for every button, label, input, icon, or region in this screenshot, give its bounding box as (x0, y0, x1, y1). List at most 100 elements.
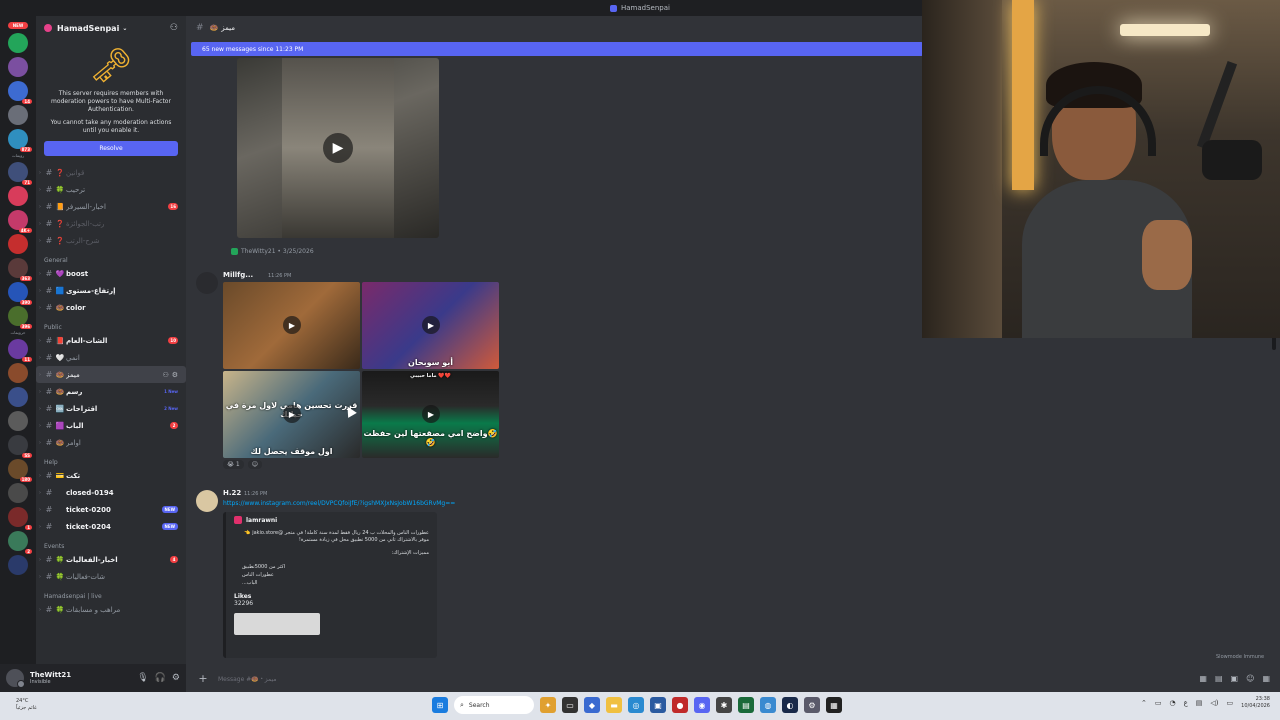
gift-icon[interactable]: ▦ (1199, 674, 1207, 683)
channel-item[interactable]: › # 🍀 اخبار-الفعاليات 4 (36, 551, 186, 568)
battery-icon[interactable]: ▭ (1227, 699, 1234, 707)
server-icon[interactable] (8, 105, 28, 125)
widgets-icon[interactable]: ✦ (540, 697, 556, 713)
avatar[interactable] (196, 490, 218, 512)
app-icon[interactable]: ✱ (716, 697, 732, 713)
category-events[interactable]: Events (36, 535, 186, 551)
language-icon[interactable]: ع (1184, 699, 1188, 707)
server-icon[interactable] (8, 33, 28, 53)
message-input[interactable]: Message #🍩・ميمز (218, 674, 277, 683)
server-icon[interactable]: SS (8, 435, 32, 458)
store-icon[interactable]: ▣ (650, 697, 666, 713)
weather-widget[interactable]: 24°C غائم جزئياً (16, 698, 37, 712)
server-icon[interactable] (8, 363, 28, 383)
message-link[interactable]: https://www.instagram.com/reel/DVPCQfoiJ… (223, 500, 455, 507)
discord-icon[interactable]: ◉ (694, 697, 710, 713)
server-icon[interactable] (8, 57, 28, 77)
app-icon[interactable]: ▦ (826, 697, 842, 713)
channel-item[interactable]: › # 🍀 مراهب و مسابقات (36, 601, 186, 618)
channel-item[interactable]: › # 📕 الشات-العام 10 (36, 332, 186, 349)
windows-start-icon[interactable]: ⊞ (432, 697, 448, 713)
channel-item[interactable]: › # 🍀 شات-فعاليات (36, 568, 186, 585)
play-icon[interactable]: ▶ (283, 316, 301, 334)
chrome-icon[interactable]: ◍ (760, 697, 776, 713)
channel-item[interactable]: › # 🟪 الباب 2 (36, 417, 186, 434)
resolve-button[interactable]: Resolve (44, 141, 178, 156)
emoji-icon[interactable]: ☺ (1246, 674, 1254, 683)
server-icon[interactable]: 71 (8, 162, 32, 185)
embed-author[interactable]: lamrawni (234, 516, 429, 524)
avatar[interactable] (196, 272, 218, 294)
headphones-icon[interactable]: 🎧 (155, 673, 166, 683)
video-attachment[interactable]: ▶ (237, 58, 439, 238)
channel-item[interactable]: › # ❓ رتب-الجوائزة (36, 215, 186, 232)
channel-item[interactable]: › # 🆒 اقتراحات 2 New (36, 400, 186, 417)
message-author[interactable]: Millfg... (223, 271, 253, 279)
gif-icon[interactable]: ▤ (1215, 674, 1223, 683)
media-item[interactable]: قررت تحسين هامي لاول مرة في حياتك ▶ اول … (223, 371, 360, 458)
server-icon[interactable] (8, 387, 28, 407)
channel-item[interactable]: › # closed-0194 (36, 484, 186, 501)
volume-icon[interactable]: ◁) (1210, 699, 1218, 707)
channel-item[interactable]: › # 📙 اخبار-السيرفر 16 (36, 198, 186, 215)
server-icon[interactable] (8, 555, 28, 575)
embed-image[interactable] (234, 613, 320, 635)
channel-item[interactable]: › # 🟦 إرتفاع-مستوى (36, 282, 186, 299)
settings-icon[interactable]: ⚙ (804, 697, 820, 713)
channel-item[interactable]: › # 💜 boost (36, 265, 186, 282)
channel-item[interactable]: › # ticket-0200 NEW (36, 501, 186, 518)
app-icon[interactable]: ● (672, 697, 688, 713)
scrollbar-thumb[interactable] (1272, 336, 1276, 350)
server-icon[interactable]: 390 (8, 282, 32, 305)
channel-item[interactable]: › # 🤍 انمي (36, 349, 186, 366)
reaction-chip[interactable]: 😭 1 (223, 460, 244, 469)
microphone-icon[interactable]: 🎙 (137, 673, 148, 683)
category-public[interactable]: Public (36, 316, 186, 332)
user-info[interactable]: TheWitt21 Invisible (30, 671, 131, 685)
add-attachment-icon[interactable]: + (196, 672, 210, 685)
app-icon[interactable]: ◆ (584, 697, 600, 713)
play-icon[interactable]: ▶ (422, 405, 440, 423)
chevron-up-icon[interactable]: ⌃ (1141, 699, 1147, 707)
invite-people-icon[interactable]: ⚇ (170, 23, 178, 33)
server-icon[interactable] (8, 186, 28, 206)
channel-item[interactable]: › # 💳 تكت (36, 467, 186, 484)
channel-item[interactable]: › # 🍩 رسم 1 New (36, 383, 186, 400)
server-icon[interactable]: 363 (8, 258, 32, 281)
media-item[interactable]: ماما حبيبي ❤️❤️ ▶ واضح امي مصقعتها لين ح… (362, 371, 499, 458)
apps-icon[interactable]: ▦ (1262, 674, 1270, 683)
server-icon[interactable] (8, 234, 28, 254)
settings-gear-icon[interactable]: ⚙ (172, 371, 178, 379)
tray-app-icon[interactable]: ◔ (1170, 699, 1176, 707)
app-icon[interactable]: ▤ (738, 697, 754, 713)
taskbar-search[interactable]: ⌕ Search (454, 696, 534, 714)
network-icon[interactable]: ▤ (1196, 699, 1203, 707)
invite-icon[interactable]: ⚇ (162, 371, 168, 379)
message-author[interactable]: H.22 (223, 489, 241, 497)
settings-gear-icon[interactable]: ⚙ (172, 673, 180, 683)
channel-item[interactable]: › # 🍩 اوامر (36, 434, 186, 451)
server-icon[interactable] (8, 483, 28, 503)
category-help[interactable]: Help (36, 451, 186, 467)
play-icon[interactable]: ▶ (283, 405, 301, 423)
category-live[interactable]: Hamadsenpai | live (36, 585, 186, 601)
play-icon[interactable]: ▶ (323, 133, 353, 163)
file-explorer-icon[interactable]: ▬ (606, 697, 622, 713)
channel-item[interactable]: › # ticket-0204 NEW (36, 518, 186, 535)
server-icon[interactable]: 1 (8, 507, 32, 530)
channel-item[interactable]: › # ❓ قوانين (36, 164, 186, 181)
server-icon[interactable]: 14 (8, 81, 32, 104)
task-view-icon[interactable]: ▭ (562, 697, 578, 713)
tray-app-icon[interactable]: ▭ (1155, 699, 1162, 707)
server-icon[interactable]: 396 (8, 306, 32, 329)
server-icon[interactable]: 2 (8, 531, 32, 554)
server-icon[interactable]: 11 (8, 339, 32, 362)
server-header[interactable]: HamadSenpai ⌄ ⚇ (36, 16, 186, 40)
server-icon[interactable] (8, 411, 28, 431)
media-item[interactable]: ▶ أبو سوبحان (362, 282, 499, 369)
channel-item[interactable]: › # 🍩 ميمز ⚇ ⚙ (36, 366, 186, 383)
new-badge[interactable]: NEW (8, 22, 28, 29)
channel-item[interactable]: › # 🍀 ترحيب (36, 181, 186, 198)
steam-icon[interactable]: ◐ (782, 697, 798, 713)
play-icon[interactable]: ▶ (422, 316, 440, 334)
